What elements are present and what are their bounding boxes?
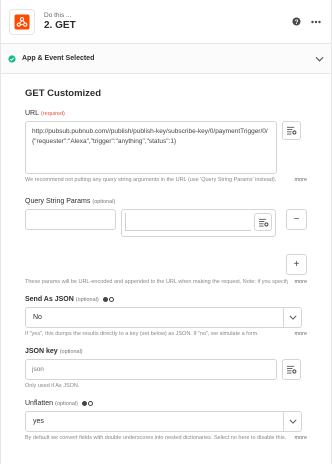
send-as-json-label: Send As JSON (optional) — [25, 296, 307, 303]
toggle-dots-icon[interactable] — [102, 297, 114, 302]
optional-tag: (optional) — [92, 198, 116, 205]
json-key-label: JSON key (optional) — [25, 348, 307, 355]
json-key-row: json — [25, 359, 307, 380]
send-as-json-value: No — [33, 314, 42, 321]
json-key-help: Only used if As JSON. — [25, 383, 307, 389]
query-param-value-input[interactable] — [121, 209, 277, 237]
check-circle-icon — [8, 54, 16, 63]
unflatten-value: yes — [33, 418, 44, 425]
send-as-json-select[interactable]: No — [25, 307, 302, 328]
url-input[interactable]: http://pubsub.pubnub.com//publish/publis… — [25, 121, 277, 174]
insert-field-icon — [287, 365, 297, 374]
toggle-dots-icon[interactable] — [81, 401, 93, 406]
insert-field-icon — [287, 126, 297, 135]
insert-field-icon — [258, 218, 269, 227]
query-param-key-value[interactable] — [26, 206, 38, 223]
form-content: GET Customized URL (required) http://pub… — [1, 74, 331, 441]
query-param-value[interactable] — [126, 209, 138, 226]
section-label: App & Event Selected — [22, 55, 95, 62]
query-params-label-text: Query String Params — [25, 198, 91, 205]
send-as-json-more-link[interactable]: more — [294, 331, 307, 337]
query-params-more-link[interactable]: more — [294, 279, 307, 285]
page-title: GET Customized — [25, 88, 102, 99]
step-subtitle: Do this ... — [44, 12, 72, 19]
query-param-key-input[interactable] — [25, 206, 117, 230]
app-event-section-toggle[interactable]: App & Event Selected — [1, 44, 331, 74]
unflatten-label-text: Unflatten — [25, 400, 54, 407]
send-as-json-help-text: If "yes", this dumps the results directl… — [25, 331, 259, 337]
insert-data-button[interactable] — [254, 213, 273, 231]
insert-data-button[interactable] — [282, 121, 301, 140]
insert-data-button[interactable] — [282, 359, 301, 380]
json-key-help-text: Only used if As JSON. — [25, 383, 80, 389]
step-editor-panel: Do this ... 2. GET ? App & Event Selecte… — [0, 0, 332, 464]
step-title[interactable]: 2. GET — [44, 20, 283, 32]
send-as-json-label-text: Send As JSON — [25, 296, 74, 303]
url-help-more-link[interactable]: more — [294, 177, 307, 183]
url-value[interactable]: http://pubsub.pubnub.com//publish/publis… — [26, 122, 276, 152]
step-header: Do this ... 2. GET ? — [1, 0, 331, 44]
chevron-down-icon — [283, 412, 301, 431]
url-row: http://pubsub.pubnub.com//publish/publis… — [25, 121, 307, 174]
send-as-json-help: If "yes", this dumps the results directl… — [25, 331, 307, 337]
step-title-block: Do this ... 2. GET — [44, 11, 283, 32]
query-param-value-area[interactable] — [125, 213, 252, 231]
webhook-icon — [9, 8, 35, 35]
query-params-label: Query String Params (optional) — [25, 198, 307, 205]
url-label-text: URL — [25, 110, 40, 117]
query-param-row: − — [25, 209, 307, 237]
url-help-text: We recommend not putting any query strin… — [25, 177, 277, 183]
query-params-help-text: These params will be URL-encoded and app… — [25, 279, 289, 285]
help-icon[interactable]: ? — [289, 15, 303, 29]
unflatten-help: By default we convert fields with double… — [25, 435, 307, 441]
json-key-value[interactable]: json — [26, 365, 50, 375]
url-label: URL (required) — [25, 110, 307, 117]
unflatten-more-link[interactable]: more — [294, 435, 307, 441]
optional-tag: (optional) — [55, 400, 78, 407]
more-options-icon[interactable] — [309, 15, 323, 29]
remove-param-button[interactable]: − — [286, 209, 307, 230]
add-param-button[interactable]: + — [286, 254, 307, 275]
unflatten-label: Unflatten (optional) — [25, 400, 307, 407]
query-params-help: These params will be URL-encoded and app… — [25, 279, 307, 285]
json-key-label-text: JSON key — [25, 348, 58, 355]
unflatten-select[interactable]: yes — [25, 411, 302, 432]
svg-text:?: ? — [294, 19, 298, 26]
url-help: We recommend not putting any query strin… — [25, 177, 307, 183]
optional-tag: (optional) — [75, 296, 99, 303]
unflatten-help-text: By default we convert fields with double… — [25, 435, 287, 441]
json-key-input[interactable]: json — [25, 359, 277, 380]
chevron-down-icon — [283, 308, 301, 327]
add-param-row: + — [25, 254, 307, 275]
required-tag: (required) — [41, 110, 65, 117]
optional-tag: (optional) — [59, 348, 83, 355]
chevron-down-icon — [315, 56, 324, 62]
